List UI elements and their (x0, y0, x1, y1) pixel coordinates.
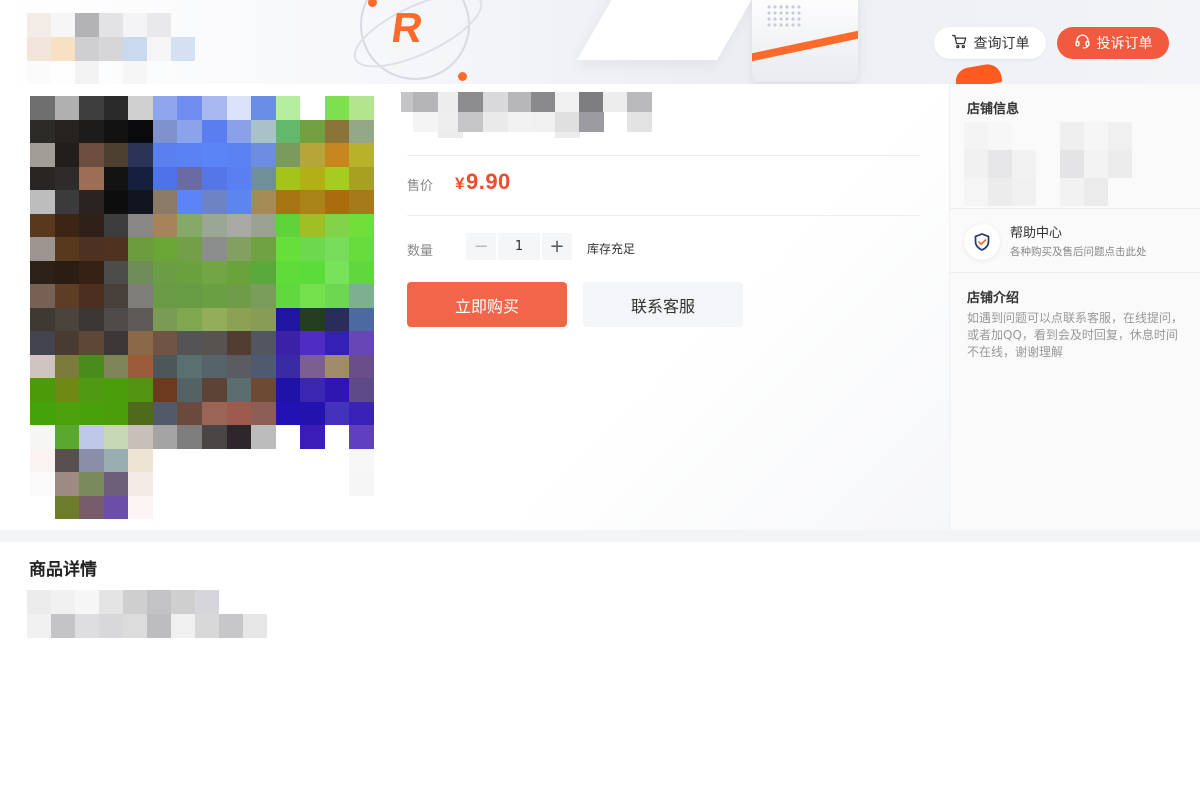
help-center-link[interactable]: 帮助中心 各种购买及售后问题点击此处 (964, 220, 1189, 268)
shield-check-icon (964, 224, 1000, 260)
quantity-label: 数量 (407, 244, 434, 259)
decrease-button[interactable]: − (466, 233, 496, 260)
product-image[interactable] (30, 96, 374, 519)
divider (950, 272, 1200, 273)
price-amount: 9.90 (465, 169, 511, 194)
help-center-title: 帮助中心 (1010, 226, 1063, 241)
complain-order-label: 投诉订单 (1096, 36, 1153, 52)
divider (407, 215, 920, 216)
shop-intro-title: 店铺介绍 (967, 291, 1020, 306)
shop-logo[interactable] (27, 13, 197, 84)
query-order-button[interactable]: 查询订单 (934, 27, 1046, 59)
buy-now-button[interactable]: 立即购买 (407, 282, 567, 327)
product-title (401, 92, 652, 138)
cart-icon (951, 33, 974, 54)
contact-service-button[interactable]: 联系客服 (583, 282, 743, 327)
header-banner: R 查询订单 投诉订单 (0, 0, 1200, 84)
price-label: 售价 (407, 179, 434, 194)
shop-info-content (964, 122, 1134, 206)
banner-server-illustration (752, 0, 858, 82)
details-content (27, 590, 272, 638)
price-value: ¥9.90 (455, 169, 511, 195)
divider (407, 155, 920, 156)
shop-intro-text: 如遇到问题可以点联系客服，在线提问，或者加QQ，看到会及时回复，休息时间不在线，… (967, 311, 1184, 359)
increase-button[interactable]: + (542, 233, 572, 260)
query-order-label: 查询订单 (973, 36, 1030, 52)
details-title: 商品详情 (29, 560, 97, 580)
banner-decoration (458, 72, 467, 81)
currency-symbol: ¥ (455, 174, 465, 193)
quantity-stepper[interactable]: − 1 + (466, 233, 572, 260)
stock-status: 库存充足 (587, 242, 636, 256)
help-center-desc: 各种购买及售后问题点击此处 (1010, 246, 1147, 258)
shop-info-title: 店铺信息 (967, 102, 1020, 117)
complain-order-button[interactable]: 投诉订单 (1057, 27, 1169, 59)
section-separator (0, 530, 1200, 542)
divider (950, 208, 1200, 209)
banner-decoration (576, 0, 764, 60)
banner-decoration (953, 62, 1003, 84)
shop-sidebar: 店铺信息 帮助中心 各种购买及售后问题点击此处 店铺介绍 如遇到问题可以点联系客… (949, 84, 1200, 530)
headset-icon (1074, 33, 1097, 54)
quantity-input[interactable]: 1 (498, 233, 540, 260)
product-section: 售价 ¥9.90 数量 − 1 + 库存充足 立即购买 联系客服 店铺信息 帮助… (0, 84, 1200, 530)
